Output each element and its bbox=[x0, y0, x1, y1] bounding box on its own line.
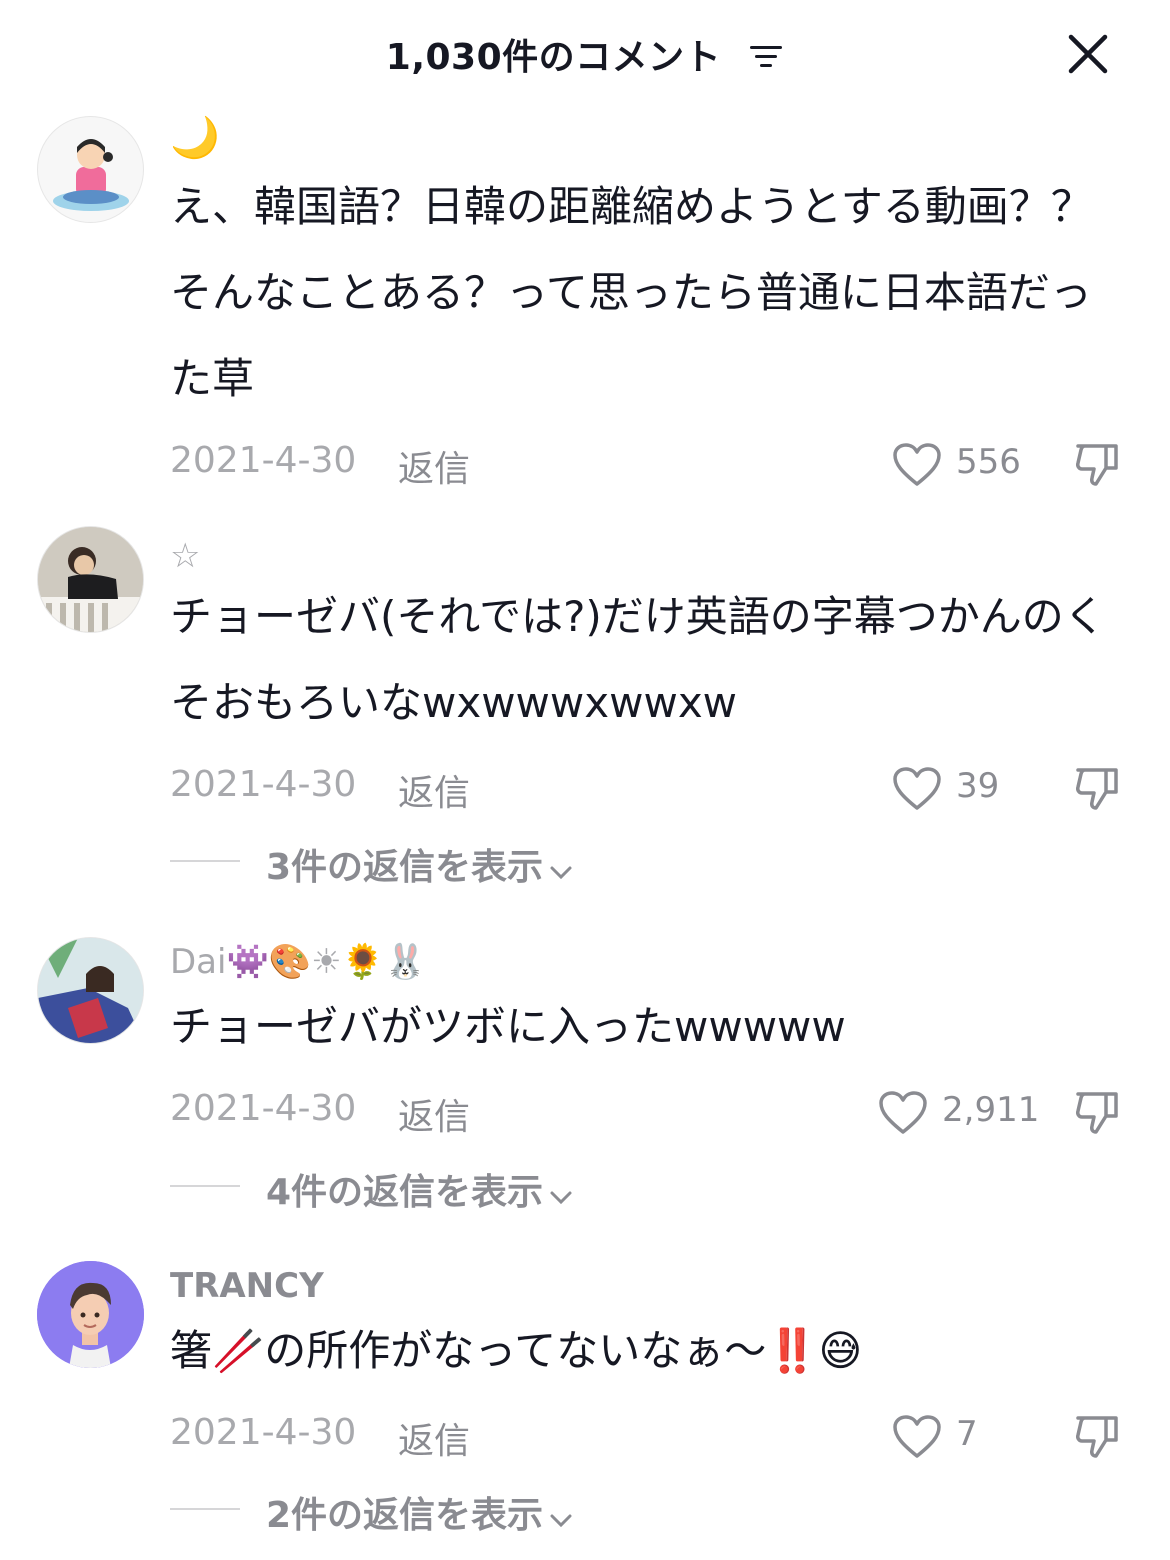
view-replies-button[interactable]: 3件の返信を表示 bbox=[170, 838, 770, 888]
comment-username[interactable]: 🌙 bbox=[170, 114, 220, 161]
comment-date: 2021-4-30 bbox=[170, 440, 357, 481]
chevron-down-icon bbox=[549, 1497, 573, 1538]
comment-text: 箸🥢の所作がなってないなぁ〜‼️😅 bbox=[170, 1326, 863, 1375]
view-replies-button[interactable]: 2件の返信を表示 bbox=[170, 1486, 770, 1536]
divider-line bbox=[170, 1185, 240, 1187]
avatar[interactable] bbox=[37, 1261, 144, 1368]
avatar[interactable] bbox=[37, 937, 144, 1044]
view-replies-button[interactable]: 4件の返信を表示 bbox=[170, 1163, 770, 1213]
comment-username[interactable]: TRANCY bbox=[170, 1266, 324, 1306]
chevron-down-icon bbox=[549, 849, 573, 890]
comment-username[interactable]: Dai👾🎨☀🌻🐰 bbox=[170, 942, 426, 982]
comments-title: 1,030件のコメント bbox=[0, 28, 1170, 80]
heart-icon[interactable] bbox=[892, 1414, 942, 1460]
close-icon[interactable] bbox=[1068, 34, 1108, 74]
reply-button[interactable]: 返信 bbox=[398, 1088, 470, 1140]
comment-text: チョーゼバ(それでは?)だけ英語の字幕つかんのくそおもろいなwxwwwxwwxw bbox=[170, 592, 1106, 727]
heart-icon[interactable] bbox=[892, 442, 942, 488]
comment-meta: 2021-4-30 返信 7 bbox=[170, 1412, 1130, 1462]
comment-text: チョーゼバがツボに入ったwwwww bbox=[170, 1002, 846, 1051]
thumbs-down-icon[interactable] bbox=[1072, 762, 1124, 814]
comment-date: 2021-4-30 bbox=[170, 764, 357, 805]
chevron-down-icon bbox=[549, 1174, 573, 1215]
thumbs-down-icon[interactable] bbox=[1072, 438, 1124, 490]
comment-username[interactable]: ☆ bbox=[170, 536, 200, 576]
comment-count-label: 1,030件のコメント bbox=[385, 37, 722, 78]
thumbs-down-icon[interactable] bbox=[1072, 1086, 1124, 1138]
like-count: 2,911 bbox=[942, 1090, 1040, 1130]
divider-line bbox=[170, 860, 240, 862]
comment-meta: 2021-4-30 返信 39 bbox=[170, 764, 1130, 814]
like-count: 556 bbox=[956, 442, 1021, 482]
thumbs-down-icon[interactable] bbox=[1072, 1410, 1124, 1462]
comment-meta: 2021-4-30 返信 2,911 bbox=[170, 1088, 1130, 1138]
like-count: 39 bbox=[956, 766, 1000, 806]
comment-text: え、韓国語？日韓の距離縮めようとする動画？？そんなことある？って思ったら普通に日… bbox=[170, 182, 1093, 403]
sort-lines-icon[interactable] bbox=[748, 39, 784, 80]
view-replies-label[interactable]: 4件の返信を表示 bbox=[266, 1163, 573, 1215]
comment-meta: 2021-4-30 返信 556 bbox=[170, 440, 1130, 490]
reply-button[interactable]: 返信 bbox=[398, 1412, 470, 1464]
avatar[interactable] bbox=[37, 526, 144, 633]
reply-button[interactable]: 返信 bbox=[398, 764, 470, 816]
heart-icon[interactable] bbox=[892, 766, 942, 812]
heart-icon[interactable] bbox=[878, 1090, 928, 1136]
reply-button[interactable]: 返信 bbox=[398, 440, 470, 492]
avatar[interactable] bbox=[37, 116, 144, 223]
divider-line bbox=[170, 1508, 240, 1510]
comments-header: 1,030件のコメント bbox=[0, 0, 1170, 106]
view-replies-label[interactable]: 2件の返信を表示 bbox=[266, 1486, 573, 1538]
like-count: 7 bbox=[956, 1414, 978, 1454]
comment-date: 2021-4-30 bbox=[170, 1088, 357, 1129]
comment-date: 2021-4-30 bbox=[170, 1412, 357, 1453]
view-replies-label[interactable]: 3件の返信を表示 bbox=[266, 838, 573, 890]
